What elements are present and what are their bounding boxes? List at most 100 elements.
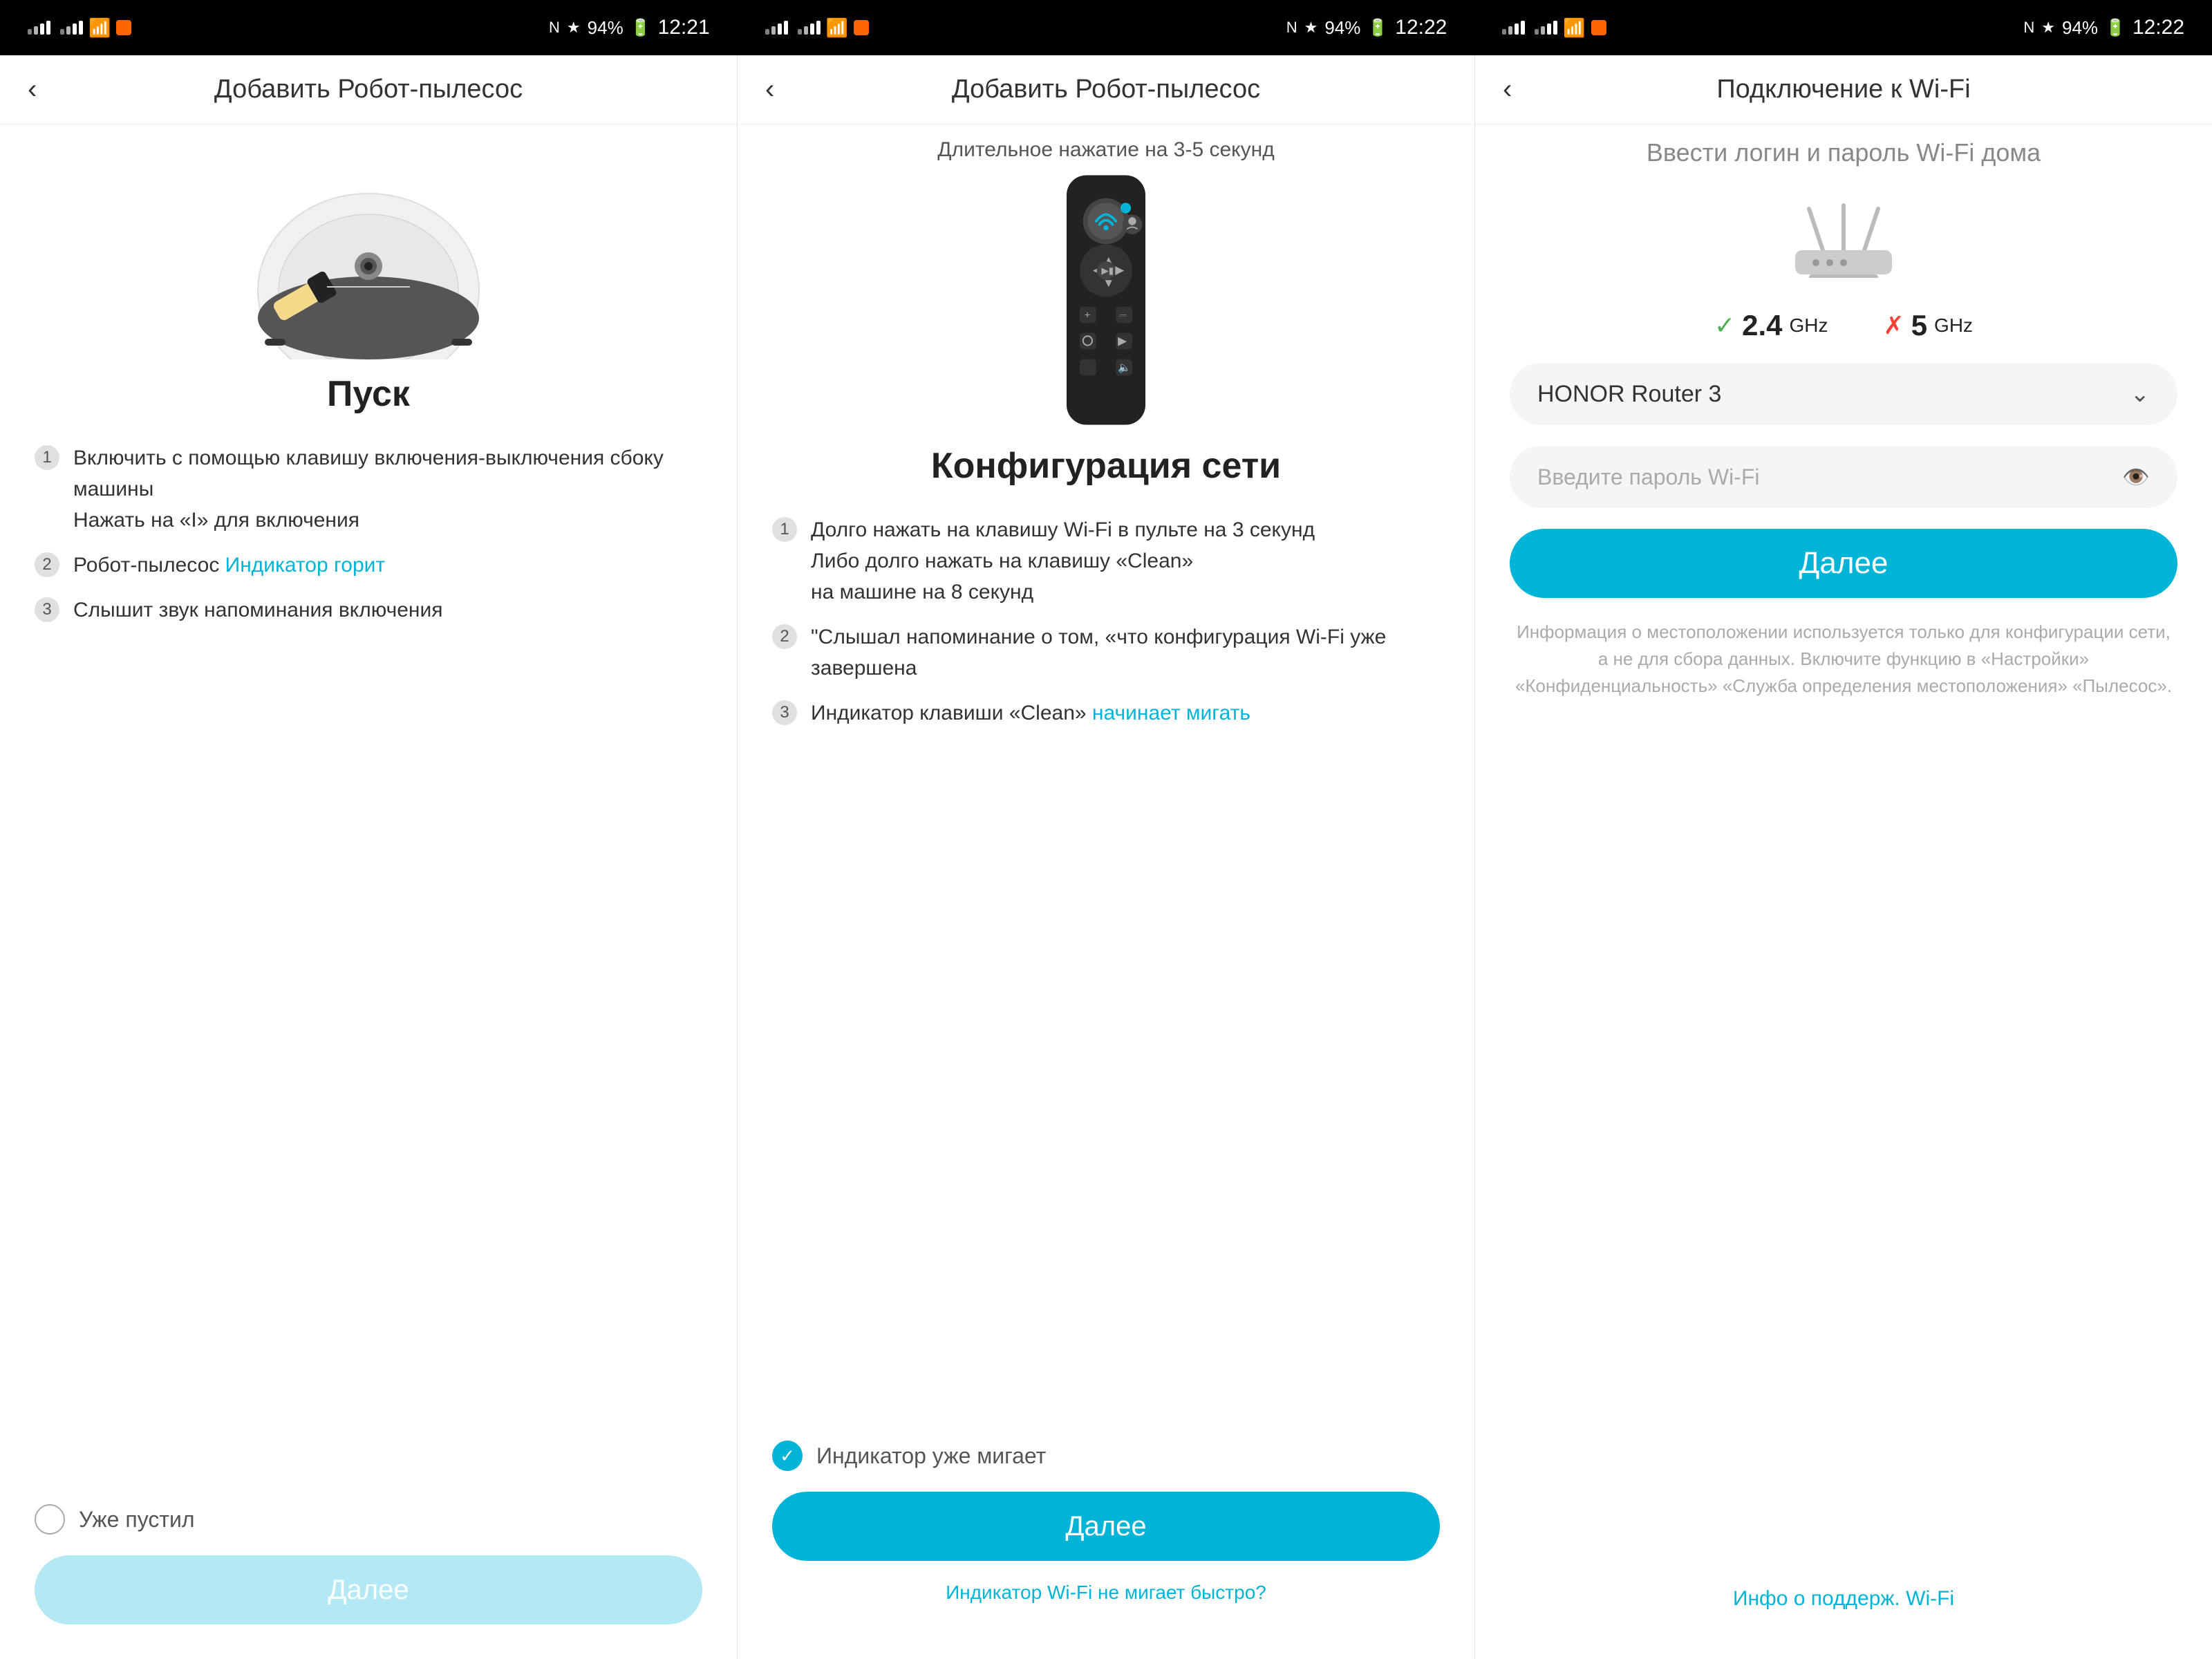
bluetooth-icon-1: ★ [567, 19, 581, 37]
checkbox-row-1: Уже пустил [35, 1504, 702, 1535]
nav-title-1: Добавить Робот-пылесос [214, 75, 523, 104]
wifi-not-blinking-link[interactable]: Индикатор Wi-Fi не мигает быстро? [772, 1582, 1440, 1624]
status-panel-2: 📶 N ★ 94% 🔋 12:22 [738, 0, 1475, 55]
wifi-icon-2: 📶 [826, 17, 848, 39]
svg-text:+: + [1085, 310, 1091, 321]
instruction-text-1-3: Слышит звук напоминания включения [73, 594, 442, 626]
instruction-text-2-3-container: Индикатор клавиши «Clean» начинает мигат… [811, 697, 1250, 729]
section-title-2: Конфигурация сети [772, 445, 1440, 487]
nav-title-2: Добавить Робот-пылесос [952, 75, 1260, 104]
status-panel-3: 📶 N ★ 94% 🔋 12:22 [1474, 0, 2212, 55]
step-num-2-3: 3 [772, 700, 797, 725]
back-button-2[interactable]: ‹ [765, 74, 774, 105]
battery-percent-3: 94% [2062, 17, 2098, 39]
robot-image-area [0, 124, 737, 373]
instruction-item-1-1: 1 Включить с помощью клавишу включения-в… [35, 442, 702, 536]
back-button-1[interactable]: ‹ [28, 74, 37, 105]
screens-container: ‹ Добавить Робот-пылесос [0, 55, 2212, 1659]
bluetooth-icon-2: ★ [1304, 19, 1318, 37]
section-title-1: Пуск [35, 373, 702, 415]
svg-text:⎓: ⎓ [1119, 310, 1127, 321]
indicator-blinking-label: Индикатор уже мигает [816, 1443, 1046, 1469]
remote-image-area: ◀ ▶ ▲ ▼ ▶▮ + ⎓ ▶ 🔈 [738, 162, 1474, 445]
nfc-icon-1: N [549, 19, 560, 37]
bottom-area-1: Уже пустил Далее [0, 1483, 737, 1659]
battery-percent-2: 94% [1324, 17, 1360, 39]
status-right-1: N ★ 94% 🔋 12:21 [549, 16, 710, 39]
svg-text:▶▮: ▶▮ [1101, 265, 1114, 276]
checkbox-row-2: ✓ Индикатор уже мигает [772, 1441, 1440, 1471]
notification-badge-1 [116, 20, 131, 35]
time-1: 12:21 [658, 16, 710, 39]
blink-link[interactable]: начинает мигать [1092, 702, 1250, 724]
signal-icon-4 [798, 21, 821, 35]
screen1-content: Пуск 1 Включить с помощью клавишу включе… [0, 373, 737, 1483]
instruction-item-2-1: 1 Долго нажать на клавишу Wi-Fi в пульте… [772, 514, 1440, 608]
support-area: Инфо о поддерж. Wi-Fi [1475, 1573, 2212, 1659]
remote-control-image: ◀ ▶ ▲ ▼ ▶▮ + ⎓ ▶ 🔈 [1023, 169, 1189, 431]
instruction-text-2-1: Долго нажать на клавишу Wi-Fi в пульте н… [811, 514, 1315, 608]
svg-text:🔈: 🔈 [1118, 362, 1131, 374]
status-right-3: N ★ 94% 🔋 12:22 [2023, 16, 2184, 39]
step-num-1-3: 3 [35, 597, 59, 622]
battery-icon-1: 🔋 [630, 18, 651, 38]
hint-text-2: Длительное нажатие на 3-5 секунд [738, 124, 1474, 162]
status-left-3: 📶 [1502, 17, 1606, 39]
instruction-item-1-2: 2 Робот-пылесос Индикатор горит [35, 550, 702, 581]
robot-vacuum-image [230, 152, 507, 359]
already-started-label: Уже пустил [79, 1507, 195, 1533]
step-num-2-1: 1 [772, 517, 797, 542]
wifi-icon-1: 📶 [88, 17, 111, 39]
status-right-2: N ★ 94% 🔋 12:22 [1286, 16, 1447, 39]
freq-24-label: 2.4 [1742, 309, 1782, 342]
time-2: 12:22 [1395, 16, 1447, 39]
privacy-note-text: Информация о местоположении используется… [1510, 619, 2177, 700]
notification-badge-2 [854, 20, 869, 35]
freq-5-label: 5 [1911, 309, 1927, 342]
next-button-1[interactable]: Далее [35, 1555, 702, 1624]
router-icon-area [1781, 188, 1906, 288]
nav-header-2: ‹ Добавить Робот-пылесос [738, 55, 1474, 124]
password-input-container[interactable]: Введите пароль Wi-Fi 👁️ [1510, 446, 2177, 508]
router-name-label: HONOR Router 3 [1537, 381, 1721, 408]
indicator-blinking-checkbox[interactable]: ✓ [772, 1441, 803, 1471]
instruction-item-2-3: 3 Индикатор клавиши «Clean» начинает миг… [772, 697, 1440, 729]
nfc-icon-2: N [1286, 19, 1297, 37]
instruction-text-1-1: Включить с помощью клавишу включения-вык… [73, 442, 702, 536]
screen2-content: Конфигурация сети 1 Долго нажать на клав… [738, 445, 1474, 1420]
password-placeholder-text: Введите пароль Wi-Fi [1537, 465, 1759, 490]
highlight-indicator[interactable]: Индикатор горит [225, 554, 385, 577]
svg-text:▶: ▶ [1118, 335, 1127, 348]
wifi-icon-3: 📶 [1563, 17, 1585, 39]
signal-icon-5 [1502, 21, 1525, 35]
bluetooth-icon-3: ★ [2041, 19, 2055, 37]
next-button-2[interactable]: Далее [772, 1492, 1440, 1561]
nav-header-1: ‹ Добавить Робот-пылесос [0, 55, 737, 124]
signal-icon-6 [1535, 21, 1557, 35]
network-dropdown[interactable]: HONOR Router 3 ⌄ [1510, 363, 2177, 425]
screen-1: ‹ Добавить Робот-пылесос [0, 55, 738, 1659]
already-started-checkbox[interactable] [35, 1504, 65, 1535]
screen-3: ‹ Подключение к Wi-Fi Ввести логин и пар… [1475, 55, 2212, 1659]
step-num-1-2: 2 [35, 552, 59, 577]
screen-2: ‹ Добавить Робот-пылесос Длительное нажа… [738, 55, 1475, 1659]
eye-toggle-icon[interactable]: 👁️ [2122, 464, 2150, 490]
x-5-icon: ✗ [1884, 311, 1904, 340]
step-num-1-1: 1 [35, 445, 59, 470]
dropdown-chevron-icon: ⌄ [2130, 380, 2150, 408]
time-3: 12:22 [2133, 16, 2184, 39]
back-button-3[interactable]: ‹ [1503, 74, 1512, 105]
battery-icon-3: 🔋 [2105, 18, 2126, 38]
status-panel-1: 📶 N ★ 94% 🔋 12:21 [0, 0, 738, 55]
wifi-setup-content: Ввести логин и пароль Wi-Fi дома [1475, 124, 2212, 1573]
signal-icon-3 [765, 21, 788, 35]
battery-percent-1: 94% [588, 17, 624, 39]
next-button-3[interactable]: Далее [1510, 529, 2177, 598]
instruction-text-2-2: "Слышал напоминание о том, «что конфигур… [811, 621, 1440, 684]
instruction-item-2-2: 2 "Слышал напоминание о том, «что конфиг… [772, 621, 1440, 684]
check-24-icon: ✓ [1714, 311, 1735, 340]
wifi-support-link[interactable]: Инфо о поддерж. Wi-Fi [1510, 1587, 2177, 1631]
freq-24-sub: GHz [1790, 315, 1828, 337]
status-bar: 📶 N ★ 94% 🔋 12:21 📶 [0, 0, 2212, 55]
router-icon [1781, 195, 1906, 278]
